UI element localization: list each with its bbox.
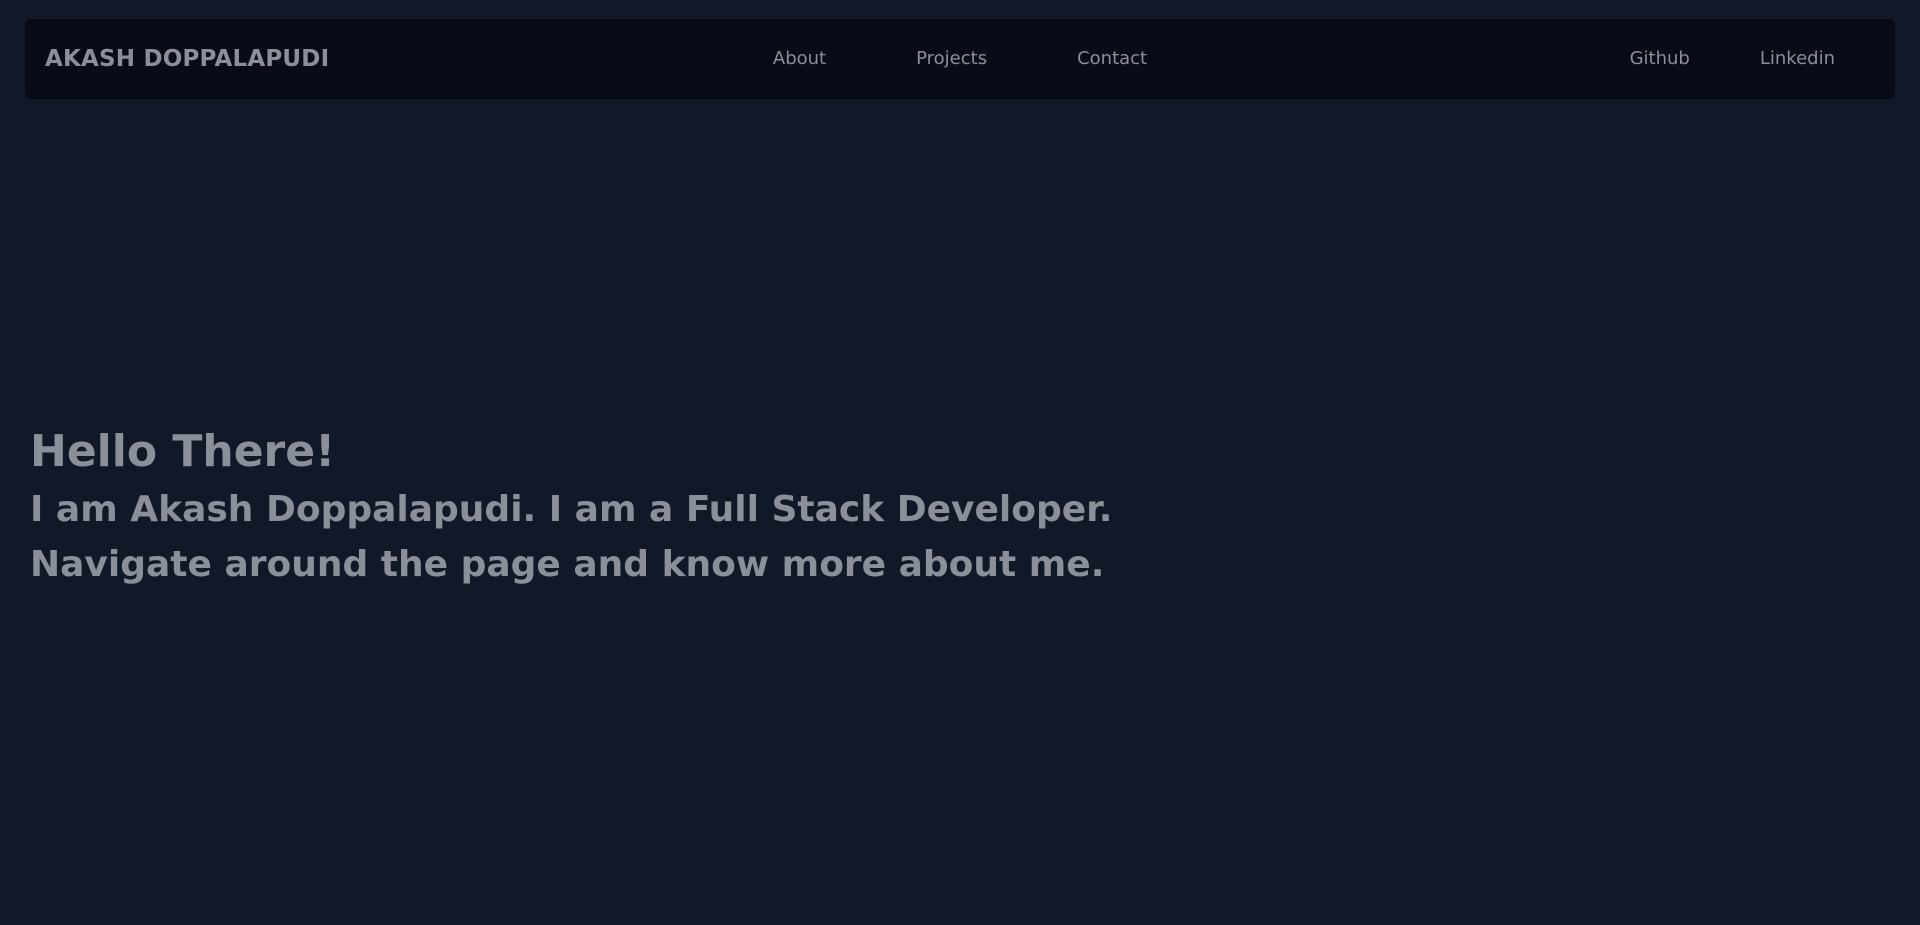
- nav-right-links: Github Linkedin: [1595, 19, 1870, 99]
- hero-intro-line: I am Akash Doppalapudi. I am a Full Stac…: [30, 489, 1113, 530]
- brand-logo-link[interactable]: AKASH DOPPALAPUDI: [45, 19, 329, 99]
- hero-navigate-line: Navigate around the page and know more a…: [30, 544, 1105, 585]
- navbar: AKASH DOPPALAPUDI About Projects Contact…: [25, 19, 1895, 99]
- nav-link-linkedin[interactable]: Linkedin: [1725, 19, 1870, 99]
- nav-link-contact[interactable]: Contact: [1032, 19, 1192, 99]
- nav-link-about[interactable]: About: [728, 19, 871, 99]
- hero-title: Hello There!: [30, 426, 336, 477]
- nav-center-links: About Projects Contact: [728, 19, 1192, 99]
- nav-link-github[interactable]: Github: [1595, 19, 1725, 99]
- hero-section: Hello There! I am Akash Doppalapudi. I a…: [30, 424, 1112, 592]
- nav-link-projects[interactable]: Projects: [871, 19, 1032, 99]
